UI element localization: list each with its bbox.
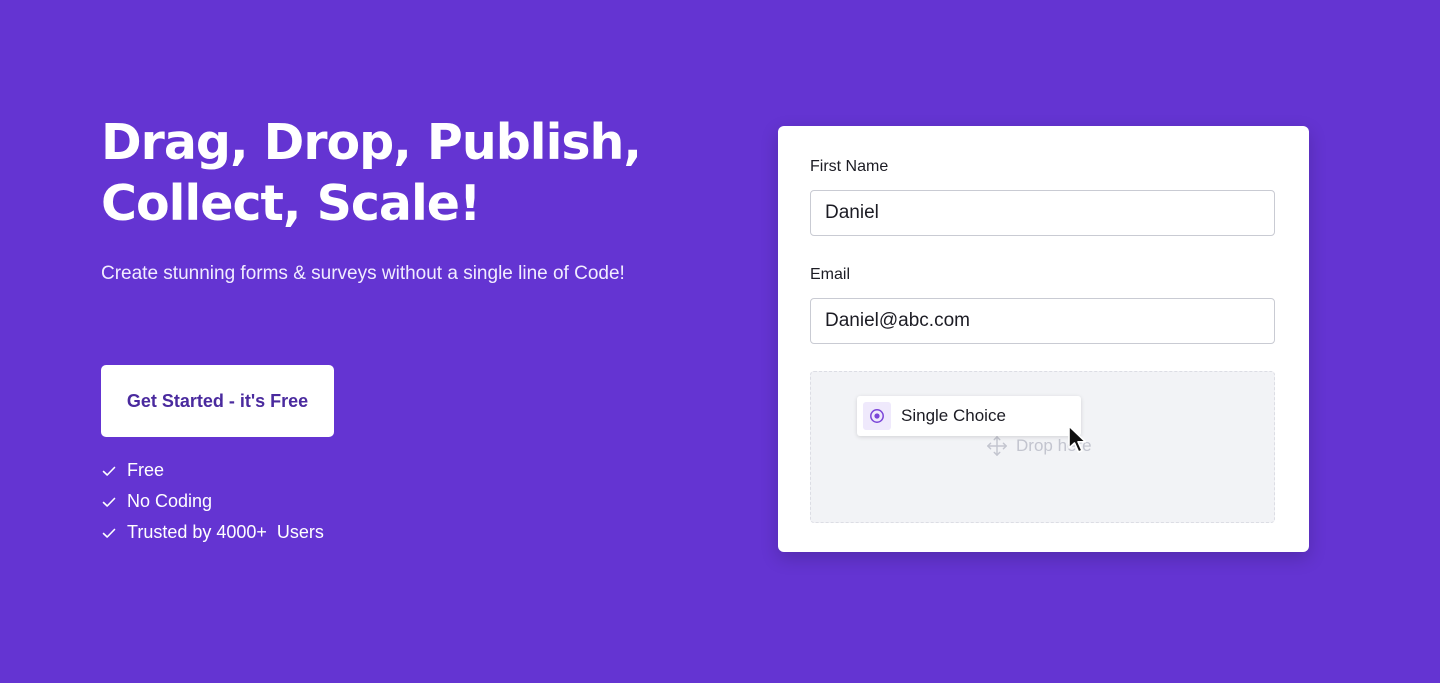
headline-line-1: Drag, Drop, Publish, bbox=[101, 114, 642, 171]
move-icon bbox=[987, 436, 1007, 456]
feature-text: No Coding bbox=[127, 491, 213, 511]
hero-section: Drag, Drop, Publish, Collect, Scale! Cre… bbox=[101, 112, 681, 289]
check-icon bbox=[102, 528, 116, 538]
feature-item: Trusted by 4000+ Users bbox=[101, 517, 324, 548]
first-name-input[interactable] bbox=[810, 190, 1275, 236]
first-name-label: First Name bbox=[810, 158, 889, 175]
drop-zone[interactable]: Drop here Single Choice bbox=[810, 371, 1275, 523]
email-label: Email bbox=[810, 266, 851, 283]
feature-text: Free bbox=[127, 460, 165, 480]
feature-item: Free bbox=[101, 455, 324, 486]
feature-item: No Coding bbox=[101, 486, 324, 517]
form-preview-card: First Name Email Drop here bbox=[778, 126, 1309, 552]
hero-headline: Drag, Drop, Publish, Collect, Scale! bbox=[101, 112, 681, 234]
get-started-button[interactable]: Get Started - it's Free bbox=[101, 365, 334, 437]
feature-list: Free No Coding Trusted by 4000+ Users bbox=[101, 455, 324, 548]
single-choice-drag-item[interactable]: Single Choice bbox=[857, 396, 1081, 436]
hero-subtitle: Create stunning forms & surveys without … bbox=[101, 263, 625, 284]
pointer-cursor-icon bbox=[1068, 425, 1087, 453]
headline-line-2: Collect, Scale! bbox=[101, 175, 481, 232]
single-choice-label: Single Choice bbox=[901, 406, 1006, 425]
radio-icon bbox=[863, 402, 891, 430]
email-input[interactable] bbox=[810, 298, 1275, 344]
feature-text: Trusted by 4000+ Users bbox=[127, 522, 324, 542]
check-icon bbox=[102, 466, 116, 476]
check-icon bbox=[102, 497, 116, 507]
